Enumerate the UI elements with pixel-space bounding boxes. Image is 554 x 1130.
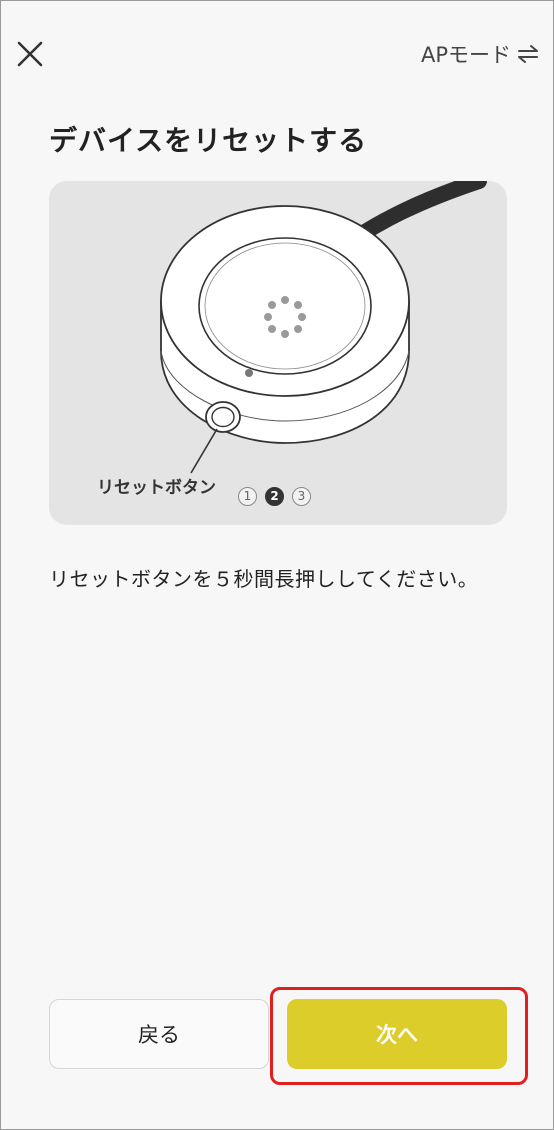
ap-mode-toggle[interactable]: APモード <box>421 39 539 69</box>
pager-dot-3[interactable]: 3 <box>292 487 311 506</box>
next-button-label: 次へ <box>376 1023 418 1047</box>
swap-arrows-icon <box>518 45 538 63</box>
screen: APモード デバイスをリセットする リセットボタン 1 2 3 リセットボタンを… <box>0 0 554 1130</box>
step-pager: 1 2 3 <box>238 487 311 506</box>
page-title: デバイスをリセットする <box>49 124 368 157</box>
back-button[interactable]: 戻る <box>49 999 269 1069</box>
close-button[interactable] <box>15 39 45 69</box>
reset-illustration: リセットボタン 1 2 3 <box>49 181 507 525</box>
ap-mode-label: APモード <box>420 43 511 67</box>
back-button-label: 戻る <box>138 1023 180 1047</box>
next-button[interactable]: 次へ <box>287 999 507 1069</box>
close-icon <box>17 41 43 67</box>
reset-button-label: リセットボタン <box>97 478 216 498</box>
pager-dot-2[interactable]: 2 <box>265 487 284 506</box>
instruction-text: リセットボタンを５秒間長押ししてください。 <box>49 567 479 591</box>
pager-dot-1[interactable]: 1 <box>238 487 257 506</box>
